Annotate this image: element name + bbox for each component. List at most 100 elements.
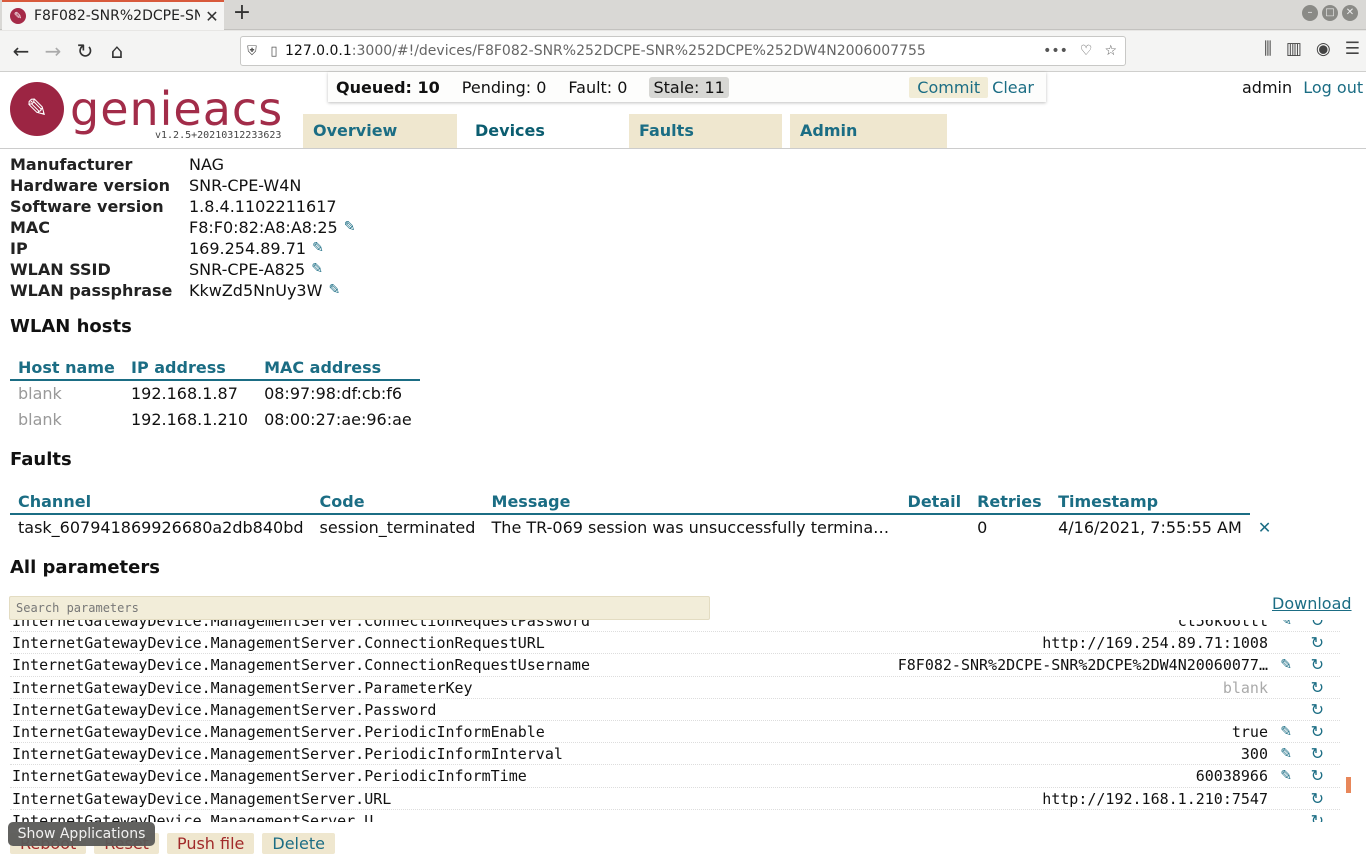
browser-tab[interactable]: ✎ F8F082-SNR%2DCPE-SNR ✕: [2, 0, 224, 30]
device-summary: Manufacturer NAG Hardware version SNR-CPE-W…: [10, 154, 355, 301]
maximize-icon[interactable]: □: [1322, 5, 1338, 21]
account-icon[interactable]: ◉: [1316, 39, 1331, 59]
parameters-list[interactable]: InternetGatewayDevice.ManagementServer.C…: [10, 620, 1340, 822]
parameter-row: InternetGatewayDevice.ManagementServer.C…: [10, 654, 1340, 677]
page-info-icon[interactable]: ▯: [263, 44, 285, 59]
bookmark-star-icon[interactable]: ☆: [1104, 43, 1117, 59]
download-link[interactable]: Download: [1272, 594, 1352, 613]
parameter-value: blank: [1222, 678, 1268, 697]
summary-value: SNR-CPE-W4N: [189, 176, 302, 195]
window-controls: – □ ✕: [1302, 5, 1358, 21]
parameter-value: http://192.168.1.210:7547: [1042, 789, 1268, 808]
genieacs-page: ✎ genieacs v1.2.5+20210312233623 Queued:…: [0, 72, 1366, 855]
pencil-icon[interactable]: ✎: [311, 259, 323, 280]
column-header[interactable]: Detail: [899, 490, 970, 515]
summary-row: WLAN passphrase KkwZd5NnUy3W ✎: [10, 280, 355, 301]
tab-bar: ✎ F8F082-SNR%2DCPE-SNR ✕ + – □ ✕: [0, 0, 1366, 30]
parameter-value: http://169.254.89.71:1008: [1042, 634, 1268, 653]
genieacs-favicon-icon: ✎: [10, 8, 26, 24]
refresh-icon[interactable]: ↻: [1311, 743, 1324, 765]
queued-count[interactable]: Queued: 10: [336, 78, 440, 97]
column-header[interactable]: MAC address: [256, 356, 421, 381]
pencil-icon[interactable]: ✎: [1280, 620, 1292, 632]
push-file-button[interactable]: Push file: [166, 833, 255, 854]
pencil-icon[interactable]: ✎: [312, 238, 324, 259]
tab-overview[interactable]: Overview: [303, 114, 457, 148]
pending-count[interactable]: Pending: 0: [462, 78, 547, 97]
pencil-icon[interactable]: ✎: [328, 280, 340, 301]
parameter-name: InternetGatewayDevice.ManagementServer.P…: [12, 678, 473, 697]
shield-icon[interactable]: ⛨: [241, 44, 263, 59]
library-icon[interactable]: ⫼: [1264, 39, 1272, 59]
parameter-row: InternetGatewayDevice.ManagementServer.U…: [10, 810, 1340, 822]
summary-key: WLAN passphrase: [10, 281, 173, 300]
table-cell[interactable]: The TR-069 session was unsuccessfully te…: [484, 514, 900, 540]
summary-key: WLAN SSID: [10, 260, 111, 279]
table-row: task_607941869926680a2db840bd session_ter…: [10, 514, 1280, 540]
column-header[interactable]: Retries: [969, 490, 1051, 515]
menu-icon[interactable]: ☰: [1345, 39, 1360, 59]
refresh-icon[interactable]: ↻: [1311, 632, 1324, 654]
commit-button[interactable]: Commit: [909, 76, 989, 98]
pencil-icon[interactable]: ✎: [1280, 743, 1292, 765]
parameter-row: InternetGatewayDevice.ManagementServer.C…: [10, 620, 1340, 633]
delete-fault-icon[interactable]: ✕: [1250, 514, 1280, 540]
parameters-scroll-content: InternetGatewayDevice.ManagementServer.C…: [10, 620, 1340, 822]
refresh-icon[interactable]: ↻: [1311, 788, 1324, 810]
close-window-icon[interactable]: ✕: [1342, 5, 1358, 21]
pencil-icon[interactable]: ✎: [1280, 765, 1292, 787]
home-icon[interactable]: ⌂: [102, 37, 132, 65]
refresh-icon[interactable]: ↻: [1311, 765, 1324, 787]
table-cell: session_terminated: [319, 518, 476, 537]
tab-devices[interactable]: Devices: [465, 114, 621, 148]
summary-value: F8:F0:82:A8:A8:25: [189, 218, 338, 237]
new-tab-icon[interactable]: +: [230, 2, 254, 26]
minimize-icon[interactable]: –: [1302, 5, 1318, 21]
url-bar[interactable]: ⛨ ▯ 127.0.0.1:3000/#!/devices/F8F082-SNR…: [240, 36, 1126, 66]
column-header[interactable]: Timestamp: [1050, 490, 1250, 515]
search-parameters-input[interactable]: Search parameters: [9, 596, 710, 620]
pencil-icon[interactable]: ✎: [344, 217, 356, 238]
column-header[interactable]: Host name: [10, 356, 123, 381]
refresh-icon[interactable]: ↻: [1311, 620, 1324, 632]
summary-value: KkwZd5NnUy3W: [189, 281, 323, 300]
back-icon[interactable]: ←: [6, 37, 36, 65]
parameter-row: InternetGatewayDevice.ManagementServer.P…: [10, 765, 1340, 788]
sidebar-icon[interactable]: ▥: [1286, 39, 1302, 59]
stale-count[interactable]: Stale: 11: [649, 76, 729, 98]
pencil-icon[interactable]: ✎: [1280, 654, 1292, 676]
refresh-icon[interactable]: ↻: [1311, 810, 1324, 822]
faults-table: Channel Code Message Detail Retries Time…: [10, 490, 1280, 540]
logout-link[interactable]: Log out: [1303, 78, 1363, 97]
wlan-hosts-title: WLAN hosts: [10, 316, 132, 337]
refresh-icon[interactable]: ↻: [1311, 677, 1324, 699]
summary-row: IP 169.254.89.71 ✎: [10, 238, 355, 259]
logo-text: genieacs: [70, 82, 284, 136]
pencil-icon[interactable]: ✎: [1280, 721, 1292, 743]
summary-value: NAG: [189, 155, 225, 174]
logo[interactable]: ✎ genieacs: [10, 82, 283, 136]
column-header[interactable]: IP address: [123, 356, 257, 381]
delete-button[interactable]: Delete: [262, 833, 335, 854]
tab-admin[interactable]: Admin: [790, 114, 947, 148]
clear-button[interactable]: Clear: [992, 78, 1034, 97]
page-actions-icon[interactable]: •••: [1043, 43, 1068, 59]
reload-icon[interactable]: ↻: [70, 37, 100, 65]
column-header[interactable]: Channel: [10, 490, 312, 515]
refresh-icon[interactable]: ↻: [1311, 721, 1324, 743]
column-header[interactable]: Code: [311, 490, 484, 515]
browser-chrome: ✎ F8F082-SNR%2DCPE-SNR ✕ + – □ ✕ ← → ↻ ⌂…: [0, 0, 1366, 72]
table-cell: 192.168.1.210: [131, 409, 249, 429]
refresh-icon[interactable]: ↻: [1311, 699, 1324, 721]
table-cell: 08:00:27:ae:96:ae: [264, 409, 412, 429]
forward-icon[interactable]: →: [38, 37, 68, 65]
refresh-icon[interactable]: ↻: [1311, 654, 1324, 676]
table-cell: 4/16/2021, 7:55:55 AM: [1058, 518, 1242, 537]
pocket-icon[interactable]: ♡: [1080, 43, 1093, 59]
close-tab-icon[interactable]: ✕: [200, 7, 224, 26]
column-header[interactable]: Message: [483, 490, 900, 515]
fault-count[interactable]: Fault: 0: [568, 78, 627, 97]
parameter-name: InternetGatewayDevice.ManagementServer.P…: [12, 767, 527, 786]
faults-title: Faults: [10, 449, 72, 470]
tab-faults[interactable]: Faults: [629, 114, 782, 148]
